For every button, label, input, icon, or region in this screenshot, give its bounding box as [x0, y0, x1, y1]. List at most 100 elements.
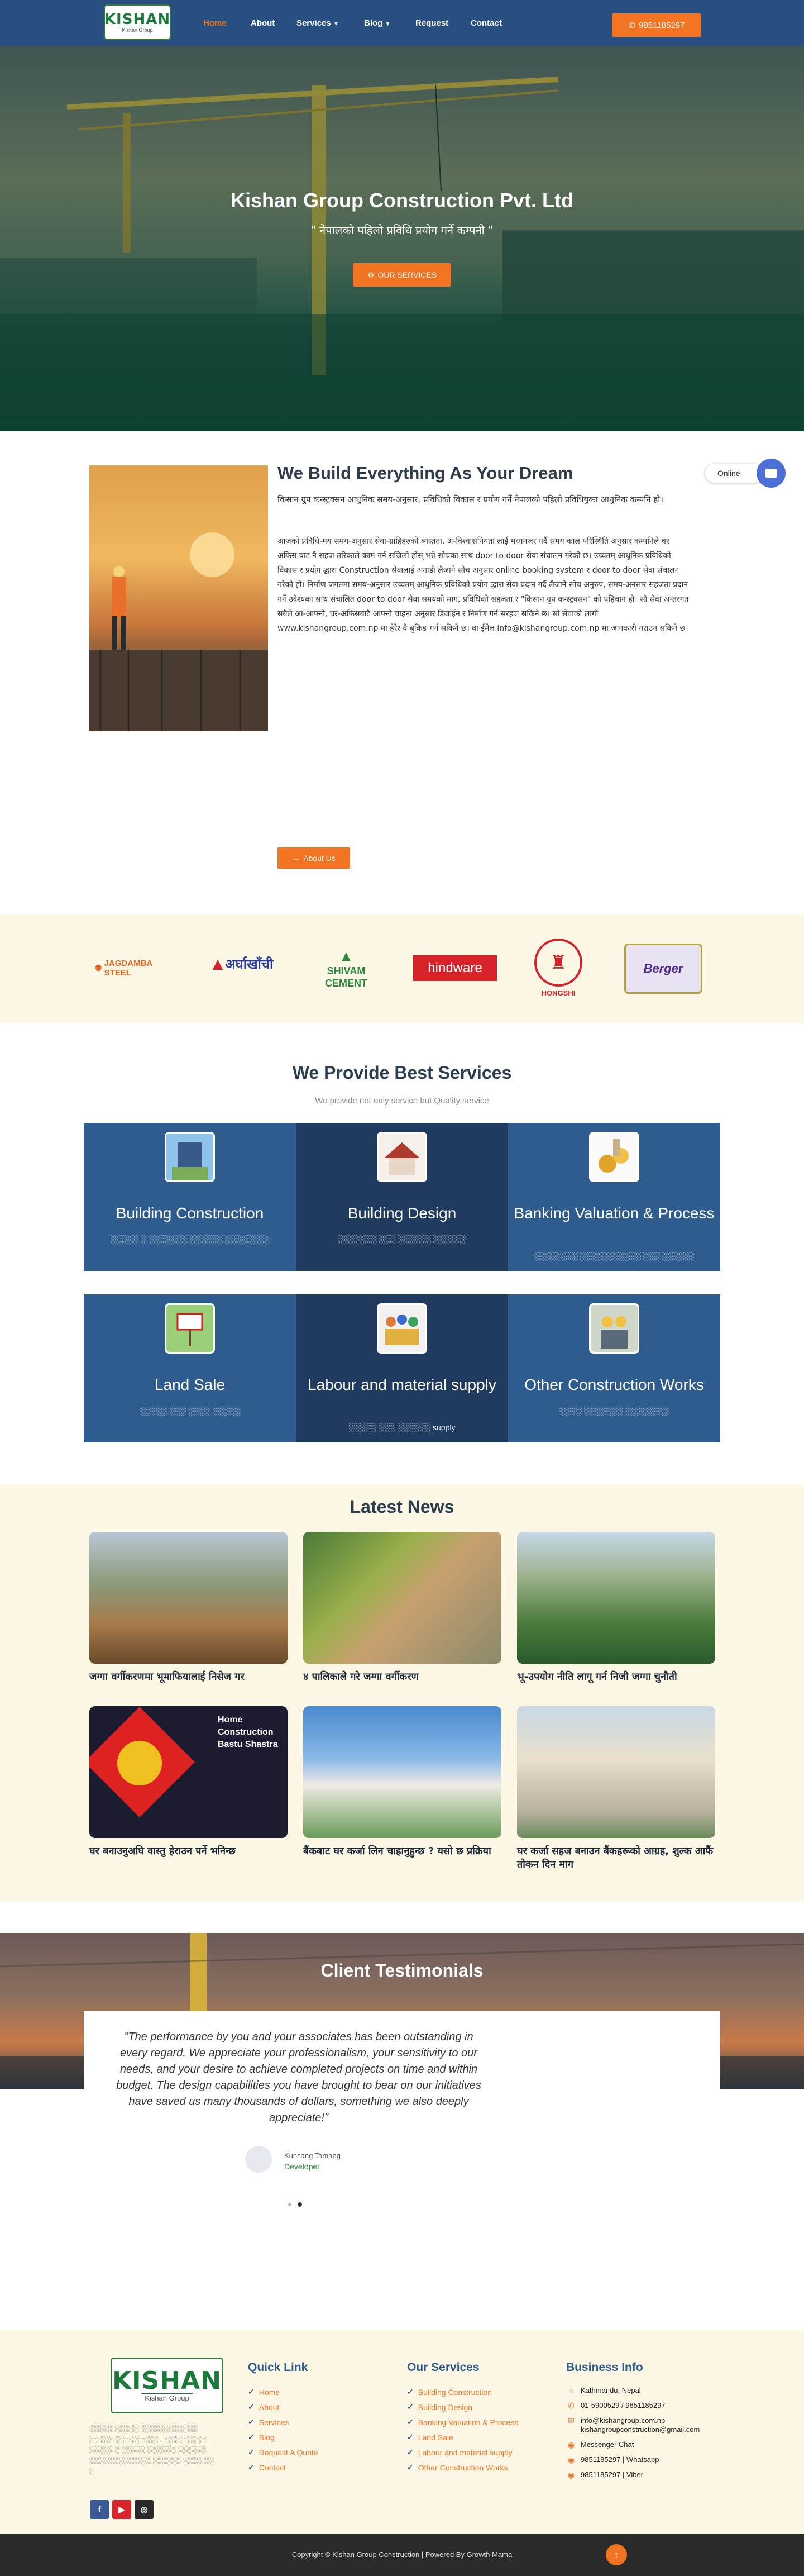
check-icon: ✓ — [248, 2463, 255, 2472]
check-icon: ✓ — [407, 2448, 414, 2456]
copyright-text: Copyright © Kishan Group Construction | … — [291, 2550, 513, 2559]
triangle-icon: ▲ — [212, 956, 223, 972]
logo[interactable]: KISHAN Kishan Group — [104, 4, 171, 40]
testimonial-role: Developer — [284, 2162, 320, 2171]
about-us-button[interactable]: → About Us — [277, 847, 350, 869]
news-title-5[interactable]: बैंकबाट घर कर्जा लिन चाहानुहुन्छ ? यसो छ… — [303, 1845, 507, 1858]
about-paragraph-1: किसान ग्रुप कन्स्ट्रक्सन आधुनिक समय-अनुस… — [277, 494, 663, 504]
footer-service-1[interactable]: ✓ Building Construction — [407, 2387, 492, 2397]
info-email[interactable]: ✉ info@kishangroup.com.np kishangroupconst… — [566, 2416, 700, 2434]
arrow-right-icon: → — [292, 854, 300, 863]
check-icon: ✓ — [248, 2432, 255, 2441]
footer-link-services[interactable]: ✓ Services — [248, 2417, 289, 2427]
land-sign-icon — [165, 1303, 215, 1354]
check-icon: ✓ — [248, 2448, 255, 2456]
footer-service-4[interactable]: ✓ Land Sale — [407, 2432, 453, 2442]
check-icon: ✓ — [407, 2387, 414, 2396]
service-card-land-sale[interactable]: Land Sale ░░░░░ ░░░ ░░░░ ░░░░░ — [84, 1294, 296, 1442]
footer-link-request-quote[interactable]: ✓ Request A Quote — [248, 2448, 318, 2457]
news-title-6[interactable]: घर कर्जा सहज बनाउन बैंकहरूको आग्रह, शुल्… — [517, 1845, 721, 1872]
check-icon: ✓ — [248, 2417, 255, 2426]
house-design-icon — [377, 1132, 427, 1182]
info-location: ⌂ Kathmandu, Nepal — [566, 2386, 641, 2396]
mountain-icon: ▲ — [339, 947, 353, 964]
news-image-1[interactable] — [89, 1532, 288, 1664]
news-image-2[interactable] — [303, 1532, 501, 1664]
carousel-dot-2[interactable] — [298, 2202, 302, 2207]
footer-link-about[interactable]: ✓ About — [248, 2402, 279, 2412]
news-title-1[interactable]: जग्गा वर्गीकरणमा भूमाफियालाई निसेज गर — [89, 1670, 293, 1684]
footer-link-home[interactable]: ✓ Home — [248, 2387, 280, 2397]
news-title-4[interactable]: घर बनाउनुअघि वास्तु हेराउन पर्ने भनिन्छ — [89, 1845, 293, 1858]
youtube-icon[interactable]: ▶ — [112, 2500, 131, 2519]
nav-services[interactable]: Services ▼ — [296, 18, 339, 28]
footer-link-contact[interactable]: ✓ Contact — [248, 2463, 286, 2472]
check-icon: ✓ — [407, 2417, 414, 2426]
nav-contact[interactable]: Contact — [471, 18, 502, 28]
service-card-building-design[interactable]: Building Design ░░░░░░░ ░░░ ░░░░░░ ░░░░░… — [296, 1123, 508, 1271]
service-card-labour-material[interactable]: Labour and material supply ░░░░░ ░░░ ░░░… — [296, 1294, 508, 1442]
nav-home[interactable]: Home — [203, 18, 227, 28]
nav-blog[interactable]: Blog ▼ — [364, 18, 390, 28]
chat-widget-button[interactable] — [757, 459, 786, 488]
our-services-button[interactable]: ⚙ OUR SERVICES — [353, 263, 451, 287]
lion-icon: ♜ — [534, 938, 582, 987]
news-heading: Latest News — [350, 1497, 454, 1517]
testimonials-heading: Client Testimonials — [320, 1960, 484, 1980]
brand-berger: Berger — [624, 944, 702, 994]
facebook-icon[interactable]: f — [90, 2500, 109, 2519]
footer-service-6[interactable]: ✓ Other Construction Works — [407, 2463, 508, 2472]
service-card-banking-valuation[interactable]: Banking Valuation & Process ░░░░░░░░ ░░░… — [508, 1123, 720, 1271]
gear-icon: ⚙ — [367, 270, 375, 279]
whatsapp-icon: ◉ — [567, 2455, 575, 2464]
service-card-other-construction[interactable]: Other Construction Works ░░░░ ░░░░░░░ ░░… — [508, 1294, 720, 1442]
info-phone[interactable]: ✆ 01-5900529 / 9851185297 — [566, 2401, 665, 2411]
carousel-dot-1[interactable] — [288, 2203, 291, 2206]
top-navbar: KISHAN Kishan Group Home About Services … — [0, 0, 804, 46]
footer-service-2[interactable]: ✓ Building Design — [407, 2402, 472, 2412]
construction-workers-icon — [589, 1303, 639, 1354]
our-services-heading: Our Services — [407, 2361, 480, 2374]
footer-link-blog[interactable]: ✓ Blog — [248, 2432, 275, 2442]
about-heading: We Build Everything As Your Dream — [277, 463, 573, 483]
info-viber[interactable]: ◉ 9851185297 | Viber — [566, 2470, 643, 2480]
online-chat-label[interactable]: Online — [705, 464, 763, 483]
nav-request[interactable]: Request — [415, 18, 448, 28]
check-icon: ✓ — [407, 2463, 414, 2472]
news-image-4[interactable]: Home Construction Bastu Shastra — [89, 1706, 288, 1838]
services-heading: We Provide Best Services — [292, 1063, 512, 1083]
workers-icon — [377, 1303, 427, 1354]
nav-about[interactable]: About — [251, 18, 275, 28]
sun-icon: ✺ — [95, 964, 102, 973]
news-image-3[interactable] — [517, 1532, 715, 1664]
phone-icon: ✆ — [628, 21, 636, 30]
viber-icon: ◉ — [567, 2470, 575, 2479]
footer-service-3[interactable]: ✓ Banking Valuation & Process — [407, 2417, 518, 2427]
scroll-to-top-button[interactable]: ↑ — [606, 2544, 627, 2565]
coins-icon — [589, 1132, 639, 1182]
news-image-5[interactable] — [303, 1706, 501, 1838]
service-card-building-construction[interactable]: Building Construction ░░░░░ ░ ░░░░░░░ ░░… — [84, 1123, 296, 1271]
news-title-2[interactable]: ४ पालिकाले गरे जग्गा वर्गीकरण — [303, 1670, 507, 1684]
brand-jagdamba: ✺ JAGDAMBA STEEL — [95, 959, 152, 978]
check-icon: ✓ — [407, 2432, 414, 2441]
chat-icon — [765, 469, 777, 478]
about-paragraph-2: आजको प्रविधि-मय समय-अनुसार सेवा-ग्राहिहर… — [277, 537, 689, 633]
chevron-down-icon: ▼ — [333, 21, 339, 27]
brand-hindware: hindware — [413, 955, 497, 981]
news-title-3[interactable]: भू-उपयोग नीति लागू गर्न निजी जग्गा चुनौत… — [517, 1670, 721, 1684]
hero-section: Kishan Group Construction Pvt. Ltd " नेप… — [0, 46, 804, 431]
info-messenger[interactable]: ◉ Messenger Chat — [566, 2440, 634, 2450]
instagram-icon[interactable]: ◎ — [135, 2500, 154, 2519]
location-icon: ⌂ — [568, 2386, 574, 2395]
info-whatsapp[interactable]: ◉ 9851185297 | Whatsapp — [566, 2455, 659, 2465]
footer-service-5[interactable]: ✓ Labour and material supply — [407, 2448, 513, 2457]
testimonial-name: Kunsang Tamang — [284, 2151, 341, 2160]
news-image-6[interactable] — [517, 1706, 715, 1838]
footer-logo[interactable]: KISHAN Kishan Group — [111, 2358, 223, 2413]
chevron-down-icon: ▼ — [385, 21, 391, 27]
testimonial-quote: "The performance by you and your associa… — [116, 2031, 481, 2124]
phone-button[interactable]: ✆ 9851185297 — [612, 13, 701, 37]
check-icon: ✓ — [248, 2387, 255, 2396]
brand-hongshi: ♜ HONGSHI — [530, 931, 586, 1004]
